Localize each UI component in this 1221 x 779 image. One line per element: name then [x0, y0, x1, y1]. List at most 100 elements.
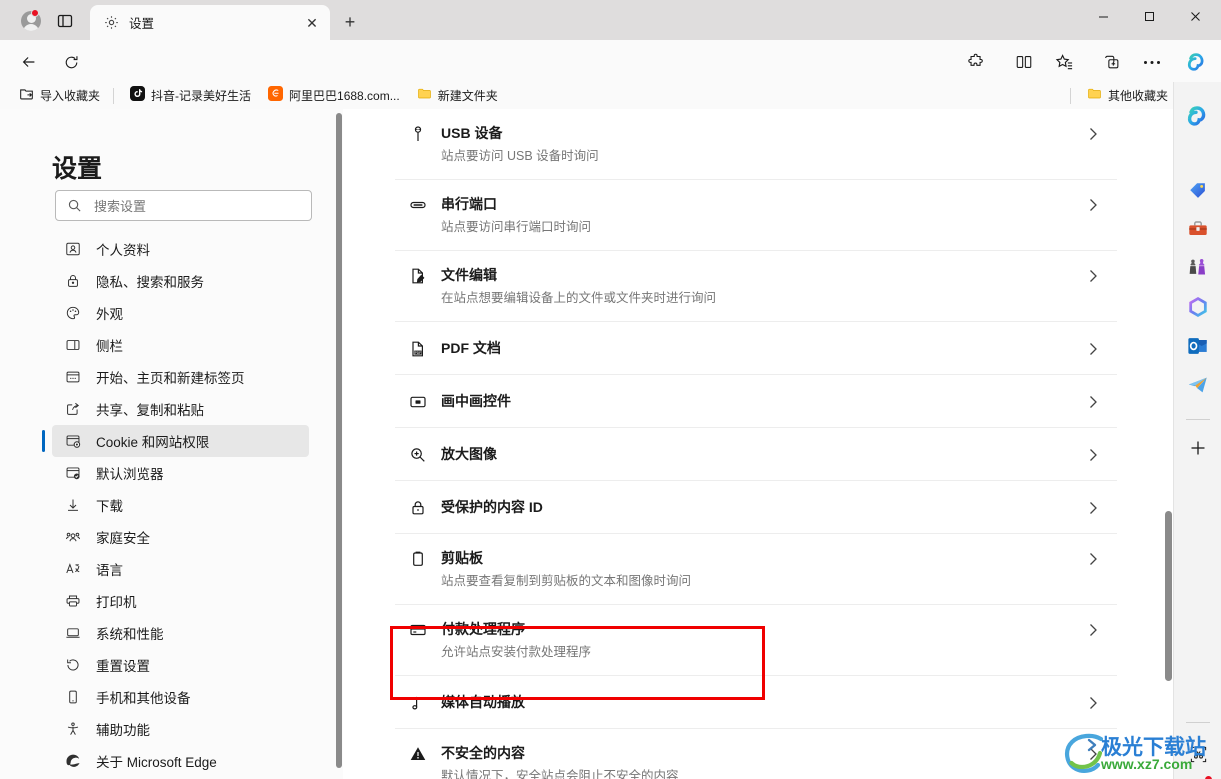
family-icon	[64, 529, 82, 545]
pdf-icon: PDF	[395, 338, 441, 358]
sidebar-item-phone-devices[interactable]: 手机和其他设备	[52, 681, 309, 713]
profile-alert-badge	[31, 9, 39, 17]
sidebar-item-sidebar[interactable]: 侧栏	[52, 329, 309, 361]
sidebar-item-printers[interactable]: 打印机	[52, 585, 309, 617]
sidebar-scrollbar[interactable]	[335, 109, 343, 779]
add-icon[interactable]	[1184, 434, 1212, 462]
home-icon	[64, 369, 82, 385]
more-options-icon[interactable]	[1138, 48, 1166, 76]
sidebar-item-about-edge[interactable]: 关于 Microsoft Edge	[52, 745, 309, 777]
chevron-right-icon[interactable]	[1069, 497, 1117, 516]
sidebar-item-accessibility[interactable]: 辅助功能	[52, 713, 309, 745]
copilot-icon[interactable]	[1183, 48, 1211, 76]
copilot-icon[interactable]	[1184, 102, 1212, 130]
setting-title: USB 设备	[441, 125, 503, 141]
sidebar-item-label: 个人资料	[96, 243, 150, 258]
setting-title: 付款处理程序	[441, 621, 525, 637]
sidebar-item-default-browser[interactable]: 默认浏览器	[52, 457, 309, 489]
bookmark-douyin[interactable]: 抖音-记录美好生活	[123, 85, 258, 106]
chevron-right-icon[interactable]	[1069, 619, 1117, 638]
setting-description: 站点要访问串行端口时询问	[441, 220, 592, 234]
sidebar-item-label: Cookie 和网站权限	[96, 435, 210, 450]
language-icon	[64, 561, 82, 577]
sidebar-item-system-performance[interactable]: 系统和性能	[52, 617, 309, 649]
games-icon[interactable]	[1184, 253, 1212, 281]
content-scrollbar[interactable]	[1163, 109, 1173, 779]
payment-icon	[395, 619, 441, 639]
setting-title: 受保护的内容 ID	[441, 499, 543, 515]
setting-row-serial-port[interactable]: 串行端口 站点要访问串行端口时询问	[395, 180, 1117, 251]
setting-row-pdf[interactable]: PDF PDF 文档	[395, 322, 1117, 375]
chevron-right-icon[interactable]	[1069, 338, 1117, 357]
chevron-right-icon[interactable]	[1069, 692, 1117, 711]
sidebar-item-family-safety[interactable]: 家庭安全	[52, 521, 309, 553]
toolbox-icon[interactable]	[1184, 215, 1212, 243]
sidebar-item-startpage[interactable]: 开始、主页和新建标签页	[52, 361, 309, 393]
reset-icon	[64, 657, 82, 673]
sidebar-item-share[interactable]: 共享、复制和粘贴	[52, 393, 309, 425]
new-tab-button[interactable]: +	[338, 10, 362, 34]
sidebar-item-appearance[interactable]: 外观	[52, 297, 309, 329]
picture-in-picture-icon	[395, 391, 441, 411]
chevron-right-icon[interactable]	[1069, 265, 1117, 284]
window-maximize-button[interactable]	[1126, 0, 1172, 32]
refresh-button[interactable]	[57, 48, 85, 76]
microsoft365-icon[interactable]	[1184, 293, 1212, 321]
chevron-right-icon[interactable]	[1069, 444, 1117, 463]
sidebar-item-profile[interactable]: 个人资料	[52, 233, 309, 265]
bookmark-label: 导入收藏夹	[40, 89, 101, 103]
chevron-right-icon[interactable]	[1069, 123, 1117, 142]
bookmark-label: 其他收藏夹	[1107, 89, 1168, 103]
sidebar-item-label: 共享、复制和粘贴	[96, 403, 204, 418]
back-button[interactable]	[15, 48, 43, 76]
setting-row-media-autoplay[interactable]: 媒体自动播放	[395, 676, 1117, 729]
bookmark-new-folder[interactable]: 新建文件夹	[410, 85, 505, 106]
bookmark-alibaba[interactable]: 阿里巴巴1688.com...	[261, 85, 407, 106]
setting-row-clipboard[interactable]: 剪贴板 站点要查看复制到剪贴板的文本和图像时询问	[395, 534, 1117, 605]
screenshot-icon[interactable]	[1184, 740, 1212, 768]
sidebar-item-privacy[interactable]: 隐私、搜索和服务	[52, 265, 309, 297]
tab-close-icon[interactable]: ✕	[302, 13, 322, 33]
sidebar-scrollbar-thumb[interactable]	[336, 113, 342, 768]
sidebar-item-reset-settings[interactable]: 重置设置	[52, 649, 309, 681]
setting-row-zoom-image[interactable]: 放大图像	[395, 428, 1117, 481]
media-autoplay-icon	[395, 692, 441, 712]
bookmark-label: 新建文件夹	[437, 89, 498, 103]
sidebar-item-downloads[interactable]: 下载	[52, 489, 309, 521]
sidebar-item-label: 重置设置	[96, 659, 150, 674]
setting-row-usb[interactable]: USB 设备 站点要访问 USB 设备时询问	[395, 109, 1117, 180]
page-title: 设置	[52, 155, 103, 183]
chevron-right-icon[interactable]	[1069, 391, 1117, 410]
bookmark-label: 抖音-记录美好生活	[151, 89, 252, 103]
folder-icon	[417, 86, 432, 106]
chevron-right-icon[interactable]	[1069, 194, 1117, 213]
setting-row-protected-content-id[interactable]: 受保护的内容 ID	[395, 481, 1117, 534]
chevron-right-icon[interactable]	[1069, 548, 1117, 567]
extensions-icon[interactable]	[962, 48, 990, 76]
favorites-icon[interactable]	[1050, 48, 1078, 76]
setting-row-insecure-content[interactable]: 不安全的内容 默认情况下，安全站点会阻止不安全的内容	[395, 729, 1117, 779]
bookmark-import-favorites[interactable]: 导入收藏夹	[12, 85, 107, 106]
setting-row-file-edit[interactable]: 文件编辑 在站点想要编辑设备上的文件或文件夹时进行询问	[395, 251, 1117, 322]
setting-description: 站点要查看复制到剪贴板的文本和图像时询问	[441, 574, 692, 588]
setting-title: 不安全的内容	[441, 745, 525, 761]
setting-row-picture-in-picture[interactable]: 画中画控件	[395, 375, 1117, 428]
window-close-button[interactable]	[1172, 0, 1218, 32]
window-minimize-button[interactable]	[1080, 0, 1126, 32]
outlook-icon[interactable]	[1184, 332, 1212, 360]
tab-actions-icon[interactable]	[52, 9, 78, 33]
sidebar-item-cookies-permissions[interactable]: Cookie 和网站权限	[42, 425, 309, 457]
tab-settings[interactable]: 设置 ✕	[90, 5, 330, 40]
folder-icon	[1087, 86, 1102, 106]
tiktok-icon	[130, 85, 146, 106]
setting-row-payment-handlers[interactable]: 付款处理程序 允许站点安装付款处理程序	[395, 605, 1117, 676]
collections-icon[interactable]	[1098, 48, 1126, 76]
sidebar-item-language[interactable]: 语言	[52, 553, 309, 585]
split-screen-icon[interactable]	[1010, 48, 1038, 76]
telegram-icon[interactable]	[1184, 371, 1212, 399]
shopping-tag-icon[interactable]	[1184, 177, 1212, 205]
chevron-right-icon[interactable]	[1069, 743, 1117, 762]
content-scrollbar-thumb[interactable]	[1165, 511, 1172, 681]
bookmark-other-favorites[interactable]: 其他收藏夹	[1080, 85, 1175, 106]
search-settings-input[interactable]: 搜索设置	[55, 190, 312, 221]
